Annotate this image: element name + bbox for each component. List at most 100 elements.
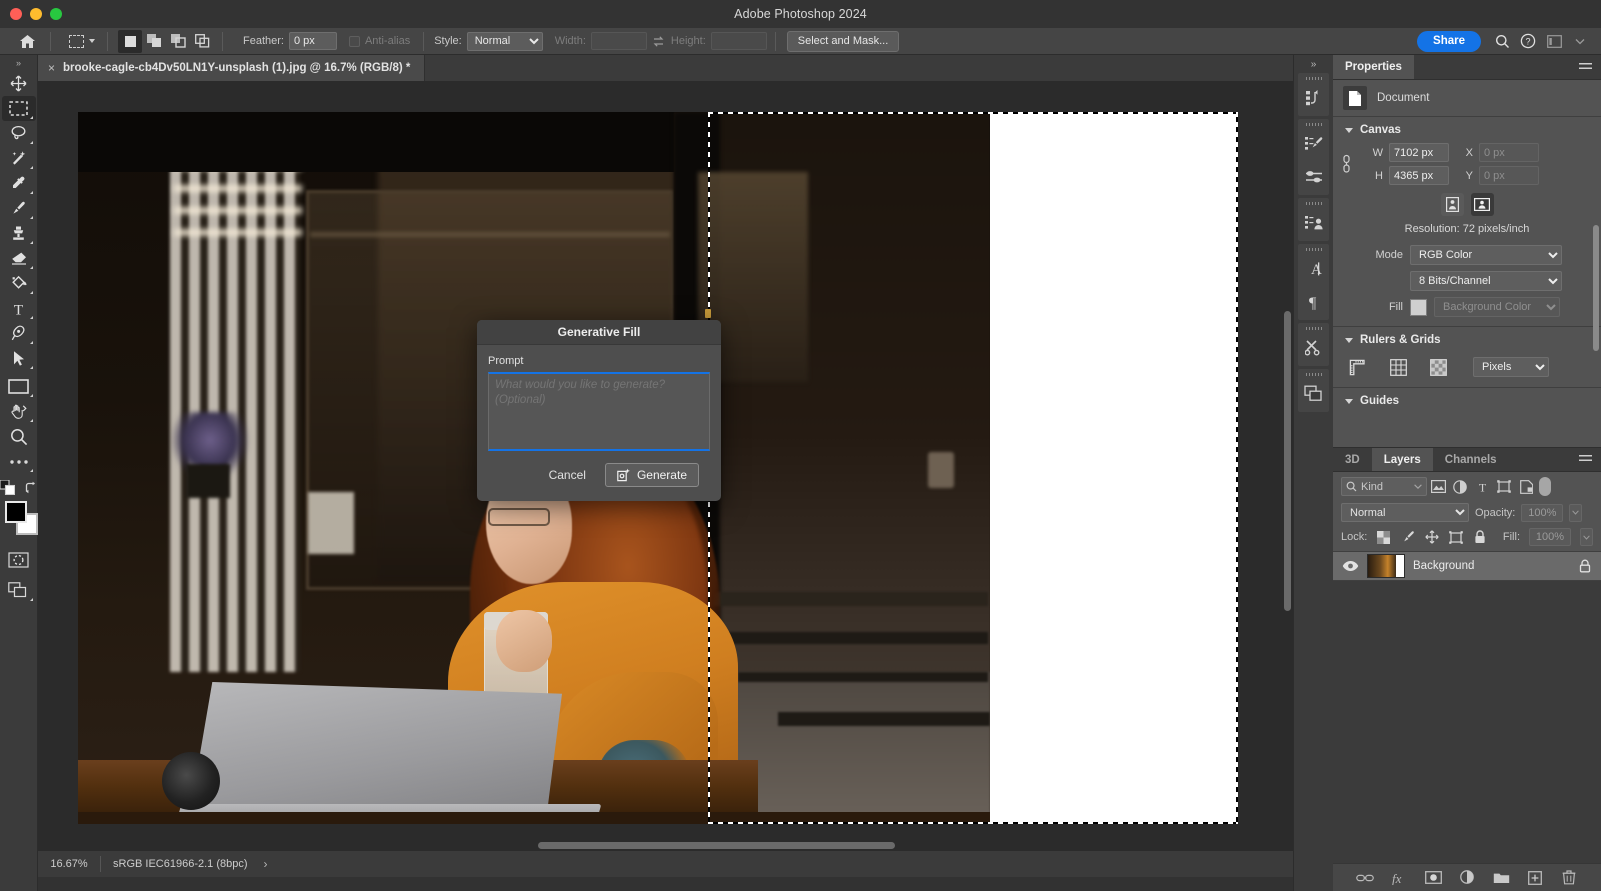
new-selection-button[interactable] — [118, 29, 142, 53]
cancel-button[interactable]: Cancel — [539, 464, 596, 486]
tab-layers[interactable]: Layers — [1371, 448, 1433, 471]
bit-depth-select[interactable]: 8 Bits/Channel — [1410, 271, 1562, 291]
units-select[interactable]: Pixels — [1473, 357, 1549, 377]
new-layer-icon[interactable] — [1526, 869, 1544, 887]
opacity-value[interactable]: 100% — [1521, 503, 1564, 522]
select-and-mask-button[interactable]: Select and Mask... — [786, 30, 900, 52]
drag-grip[interactable] — [1305, 123, 1322, 126]
canvas-horizontal-scrollbar[interactable] — [538, 842, 895, 849]
add-to-selection-button[interactable] — [142, 30, 166, 53]
chevron-down-icon[interactable] — [1567, 30, 1593, 52]
width-input[interactable] — [590, 32, 647, 50]
tab-3d[interactable]: 3D — [1333, 448, 1372, 471]
delete-layer-icon[interactable] — [1560, 869, 1578, 887]
grid-icon[interactable] — [1387, 357, 1409, 377]
tab-properties[interactable]: Properties — [1333, 55, 1414, 79]
default-foreground-background-icon[interactable] — [0, 480, 15, 495]
actions-icon[interactable] — [1298, 331, 1330, 364]
properties-scrollbar[interactable] — [1593, 225, 1599, 351]
zoom-tool[interactable] — [2, 424, 36, 449]
ruler-icon[interactable] — [1347, 357, 1369, 377]
layer-mask-icon[interactable] — [1424, 869, 1442, 887]
lock-all-icon[interactable] — [1472, 530, 1487, 545]
home-icon[interactable] — [12, 34, 42, 49]
fill-stepper[interactable] — [1580, 528, 1593, 546]
paint-bucket-tool[interactable] — [2, 271, 36, 296]
drag-grip[interactable] — [1305, 202, 1322, 205]
pixel-filter-icon[interactable] — [1427, 477, 1449, 496]
tool-preset-picker[interactable] — [65, 34, 99, 48]
share-button[interactable]: Share — [1417, 30, 1481, 52]
swap-foreground-background-icon[interactable] — [24, 481, 37, 494]
fill-value[interactable]: 100% — [1529, 528, 1571, 546]
path-selection-tool[interactable] — [2, 346, 36, 371]
tab-channels[interactable]: Channels — [1432, 448, 1509, 471]
eraser-tool[interactable] — [2, 246, 36, 271]
eyedropper-tool[interactable] — [2, 171, 36, 196]
rulers-grids-section-header[interactable]: Rulers & Grids — [1333, 327, 1601, 351]
canvas-width-input[interactable] — [1389, 143, 1449, 162]
canvas-vertical-scrollbar[interactable] — [1284, 311, 1291, 611]
drag-grip[interactable] — [1305, 248, 1322, 251]
zoom-level[interactable]: 16.67% — [38, 858, 100, 870]
chevron-right-icon[interactable]: › — [264, 857, 268, 871]
lasso-tool[interactable] — [2, 121, 36, 146]
clone-stamp-tool[interactable] — [2, 221, 36, 246]
portrait-orientation-icon[interactable] — [1440, 193, 1464, 216]
transparency-grid-icon[interactable] — [1427, 357, 1449, 377]
lock-image-icon[interactable] — [1400, 530, 1415, 545]
link-layers-icon[interactable] — [1356, 869, 1374, 887]
layer-name[interactable]: Background — [1413, 560, 1569, 572]
landscape-orientation-icon[interactable] — [1470, 193, 1494, 216]
workspace-switcher-icon[interactable] — [1541, 30, 1567, 52]
screen-mode-icon[interactable] — [2, 578, 36, 603]
history-icon[interactable] — [1298, 81, 1330, 114]
eye-icon[interactable] — [1341, 560, 1359, 572]
generate-button[interactable]: Generate — [604, 463, 699, 487]
anti-alias-checkbox[interactable] — [348, 35, 360, 47]
adjustment-layer-icon[interactable] — [1458, 869, 1476, 887]
adjustment-filter-icon[interactable] — [1449, 477, 1471, 496]
paragraph-icon[interactable]: ¶ — [1298, 285, 1330, 318]
color-mode-select[interactable]: RGB Color — [1410, 245, 1562, 265]
panel-menu-icon[interactable] — [1570, 448, 1601, 471]
double-chevron-right-icon[interactable]: » — [0, 55, 37, 71]
canvas-height-input[interactable] — [1389, 166, 1449, 185]
fill-color-swatch[interactable] — [1410, 298, 1427, 316]
hand-tool[interactable] — [2, 399, 36, 424]
selection-handle[interactable] — [705, 309, 711, 318]
lock-icon[interactable] — [1577, 559, 1593, 573]
canvas-y-input[interactable] — [1479, 166, 1539, 185]
layer-kind-filter[interactable]: Kind — [1341, 477, 1427, 496]
layer-thumbnail[interactable] — [1367, 554, 1405, 578]
style-select[interactable]: Normal — [466, 31, 543, 51]
double-chevron-right-icon[interactable]: » — [1294, 55, 1333, 73]
pen-tool[interactable] — [2, 321, 36, 346]
filter-toggle-icon[interactable] — [1539, 477, 1551, 496]
prompt-input[interactable] — [488, 372, 710, 451]
canvas-x-input[interactable] — [1479, 143, 1539, 162]
intersect-with-selection-button[interactable] — [190, 30, 214, 53]
subtract-from-selection-button[interactable] — [166, 30, 190, 53]
object-selection-tool[interactable] — [2, 146, 36, 171]
drag-grip[interactable] — [1305, 77, 1322, 80]
feather-input[interactable] — [288, 32, 337, 50]
drag-grip[interactable] — [1305, 373, 1322, 376]
sliders-icon[interactable] — [1298, 160, 1330, 193]
type-tool[interactable]: T — [2, 296, 36, 321]
lock-artboard-icon[interactable] — [1448, 530, 1463, 545]
shape-filter-icon[interactable] — [1493, 477, 1515, 496]
blend-mode-select[interactable]: Normal — [1341, 503, 1469, 522]
layer-comps-icon[interactable] — [1298, 377, 1330, 410]
drag-grip[interactable] — [1305, 327, 1322, 330]
smart-object-filter-icon[interactable] — [1515, 477, 1537, 496]
quick-mask-icon[interactable] — [2, 547, 36, 572]
move-tool[interactable] — [2, 71, 36, 96]
foreground-color-swatch[interactable] — [5, 501, 27, 523]
fill-type-select[interactable]: Background Color — [1434, 297, 1560, 317]
rectangle-tool[interactable] — [2, 374, 36, 399]
opacity-stepper[interactable] — [1569, 503, 1583, 522]
swap-arrows-icon[interactable] — [647, 35, 671, 48]
lock-transparency-icon[interactable] — [1376, 530, 1391, 545]
close-icon[interactable]: × — [48, 61, 55, 75]
